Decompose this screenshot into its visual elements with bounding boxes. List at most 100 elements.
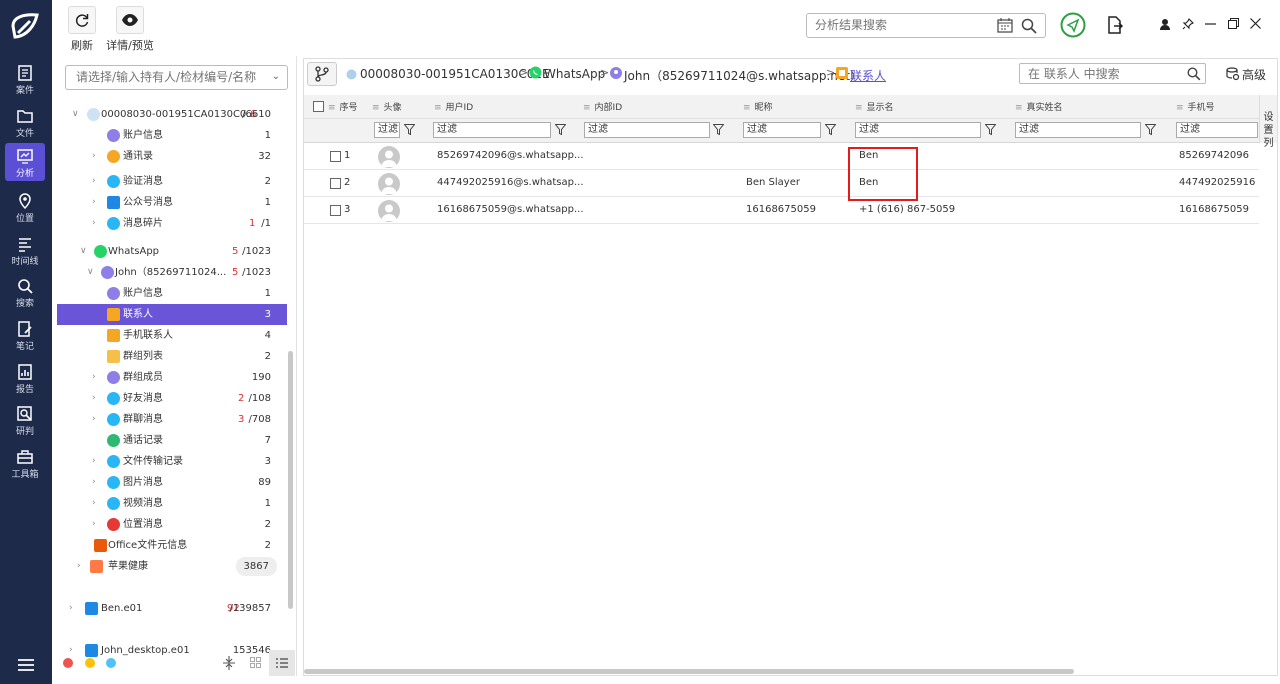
chevron-right-icon[interactable]: ›: [92, 451, 96, 472]
tree-search-input[interactable]: [66, 66, 266, 88]
grid-horizontal-scrollbar[interactable]: [304, 669, 1074, 674]
nav-file[interactable]: 文件: [5, 103, 45, 141]
tree-node-image-msg[interactable]: › 图片消息 89: [57, 472, 287, 493]
tree-node-apple-health[interactable]: › 苹果健康 3867: [57, 556, 287, 577]
contact-search-box[interactable]: [1019, 63, 1206, 84]
tree-node-john-account[interactable]: ∨ John（85269711024... 5/1023: [57, 262, 287, 283]
chevron-down-icon[interactable]: ⌄: [272, 71, 280, 82]
analysis-search-input[interactable]: [807, 14, 987, 36]
grid-view-icon[interactable]: [250, 657, 261, 668]
tree-node-ben-e01[interactable]: › Ben.e01 92/139857: [57, 598, 287, 619]
nav-search[interactable]: 搜索: [5, 273, 45, 311]
chevron-right-icon[interactable]: ›: [92, 493, 96, 514]
preview-button[interactable]: 详情/预览: [104, 6, 156, 53]
close-icon[interactable]: [1250, 18, 1261, 29]
table-row[interactable]: 1 85269742096@s.whatsapp... Ben 85269742096: [304, 143, 1259, 170]
filter-user-id[interactable]: 过滤: [433, 122, 551, 138]
tree-node-phone-contacts[interactable]: 手机联系人 4: [57, 325, 287, 346]
search-icon[interactable]: [1187, 67, 1201, 81]
pin-icon[interactable]: [1182, 18, 1194, 30]
calendar-icon[interactable]: [997, 18, 1013, 33]
chevron-right-icon[interactable]: ›: [92, 409, 96, 430]
filter-phone[interactable]: 过滤: [1176, 122, 1258, 138]
chevron-right-icon[interactable]: ›: [92, 171, 96, 192]
refresh-button[interactable]: 刷新: [67, 6, 97, 53]
nav-case[interactable]: 案件: [5, 60, 45, 98]
col-header-nickname[interactable]: ≡ 昵称: [743, 100, 773, 113]
send-icon[interactable]: [1060, 12, 1086, 38]
analysis-search-box[interactable]: [806, 13, 1046, 38]
filter-funnel-icon[interactable]: [825, 124, 836, 135]
nav-judge[interactable]: 研判: [5, 401, 45, 439]
filter-funnel-icon[interactable]: [985, 124, 996, 135]
filter-funnel-icon[interactable]: [555, 124, 566, 135]
tree-node-whatsapp[interactable]: ∨ WhatsApp 5/1023: [57, 241, 287, 262]
tree-node-call-log[interactable]: 通话记录 7: [57, 430, 287, 451]
chevron-right-icon[interactable]: ›: [92, 213, 96, 234]
tree-node-msg-fragments[interactable]: › 消息碎片 1/1: [57, 213, 287, 234]
nav-timeline[interactable]: 时间线: [5, 231, 45, 269]
filter-avatar[interactable]: 过滤: [374, 122, 400, 138]
col-header-display-name[interactable]: ≡ 显示名: [855, 100, 894, 113]
col-header-user-id[interactable]: ≡ 用户ID: [434, 100, 473, 113]
tree-node-wa-account-info[interactable]: 账户信息 1: [57, 283, 287, 304]
nav-note[interactable]: 笔记: [5, 316, 45, 354]
tree-node-account-info[interactable]: 账户信息 1: [57, 125, 287, 146]
tree-node-group-list[interactable]: 群组列表 2: [57, 346, 287, 367]
user-icon[interactable]: [1159, 18, 1171, 30]
minimize-icon[interactable]: [1205, 23, 1216, 25]
export-icon[interactable]: [1107, 16, 1123, 34]
filter-display-name[interactable]: 过滤: [855, 122, 981, 138]
hamburger-menu-icon[interactable]: [17, 658, 35, 672]
chevron-down-icon[interactable]: ∨: [80, 241, 87, 262]
nav-location[interactable]: 位置: [5, 188, 45, 226]
tree-search-box[interactable]: ⌄: [65, 65, 288, 90]
col-header-phone[interactable]: ≡ 手机号: [1176, 100, 1215, 113]
tree-node-video-msg[interactable]: › 视频消息 1: [57, 493, 287, 514]
column-settings-button[interactable]: 设置列: [1259, 95, 1277, 149]
col-header-index[interactable]: ≡ 序号: [328, 100, 358, 113]
tree-node-office-meta[interactable]: Office文件元信息 2: [57, 535, 287, 556]
chevron-down-icon[interactable]: ∨: [87, 262, 94, 283]
filter-internal-id[interactable]: 过滤: [584, 122, 710, 138]
tree-node-device[interactable]: ∨ 00008030-001951CA0130C0... 6/6610: [57, 104, 287, 125]
breadcrumb-app[interactable]: WhatsApp: [544, 67, 605, 81]
col-header-avatar[interactable]: ≡ 头像: [372, 100, 402, 113]
filter-funnel-icon[interactable]: [1145, 124, 1156, 135]
table-row[interactable]: 2 447492025916@s.whatsap... Ben Slayer Ben 4…: [304, 170, 1259, 197]
filter-funnel-icon[interactable]: [713, 124, 724, 135]
tree-node-file-transfer[interactable]: › 文件传输记录 3: [57, 451, 287, 472]
branch-button[interactable]: [307, 62, 337, 86]
restore-icon[interactable]: [1228, 18, 1239, 29]
row-checkbox[interactable]: [330, 151, 341, 162]
tree-node-group-members[interactable]: › 群组成员 190: [57, 367, 287, 388]
nav-report[interactable]: 报告: [5, 359, 45, 397]
select-all-checkbox[interactable]: [313, 101, 324, 112]
tree-node-official-msg[interactable]: › 公众号消息 1: [57, 192, 287, 213]
chevron-right-icon[interactable]: ›: [92, 192, 96, 213]
chevron-down-icon[interactable]: ∨: [72, 104, 79, 125]
tree-node-location-msg[interactable]: › 位置消息 2: [57, 514, 287, 535]
filter-funnel-icon[interactable]: [404, 124, 415, 135]
filter-nickname[interactable]: 过滤: [743, 122, 821, 138]
chevron-right-icon[interactable]: ›: [92, 472, 96, 493]
tree-node-contacts[interactable]: › 通讯录 32: [57, 146, 287, 167]
tree-node-friend-msg[interactable]: › 好友消息 2/108: [57, 388, 287, 409]
chevron-right-icon[interactable]: ›: [92, 514, 96, 535]
list-view-button[interactable]: [269, 650, 295, 676]
tree-node-verify-msg[interactable]: › 验证消息 2: [57, 171, 287, 192]
row-checkbox[interactable]: [330, 205, 341, 216]
advanced-search-button[interactable]: 高级: [1242, 66, 1266, 83]
table-row[interactable]: 3 16168675059@s.whatsapp... 16168675059 +1 …: [304, 197, 1259, 224]
contact-search-input[interactable]: [1020, 64, 1180, 83]
row-checkbox[interactable]: [330, 178, 341, 189]
chevron-right-icon[interactable]: ›: [92, 388, 96, 409]
chevron-right-icon[interactable]: ›: [92, 367, 96, 388]
chevron-right-icon[interactable]: ›: [92, 146, 96, 167]
breadcrumb-current[interactable]: 联系人: [850, 67, 886, 84]
search-icon[interactable]: [1021, 18, 1037, 34]
nav-toolbox[interactable]: 工具箱: [5, 444, 45, 482]
tree-node-group-msg[interactable]: › 群聊消息 3/708: [57, 409, 287, 430]
filter-real-name[interactable]: 过滤: [1015, 122, 1141, 138]
tree-scrollbar[interactable]: [288, 351, 293, 609]
